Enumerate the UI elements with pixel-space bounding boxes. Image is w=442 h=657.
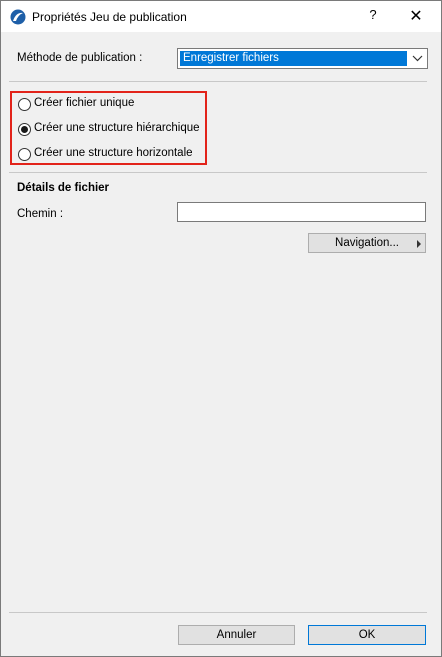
browse-button-label: Navigation... <box>335 237 399 249</box>
divider <box>9 81 427 82</box>
divider <box>9 172 427 173</box>
ok-button[interactable]: OK <box>308 625 426 645</box>
path-label: Chemin : <box>17 208 64 220</box>
file-details-title: Détails de fichier <box>17 182 110 194</box>
path-input[interactable] <box>177 202 426 222</box>
browse-button[interactable]: Navigation... <box>308 233 426 253</box>
radio-label: Créer fichier unique <box>34 97 135 109</box>
title-bar: Propriétés Jeu de publication ? ✕ <box>1 1 441 32</box>
chevron-down-icon[interactable] <box>408 49 427 68</box>
radio-selected-dot <box>21 126 28 133</box>
radio-button-icon[interactable] <box>18 98 31 111</box>
radio-label: Créer une structure horizontale <box>34 147 193 159</box>
cancel-button[interactable]: Annuler <box>178 625 295 645</box>
arrow-right-icon <box>417 240 421 248</box>
radio-label: Créer une structure hiérarchique <box>34 122 200 134</box>
archicad-app-icon <box>10 9 26 25</box>
close-button[interactable]: ✕ <box>406 6 426 26</box>
divider <box>9 612 427 613</box>
help-button[interactable]: ? <box>365 7 381 25</box>
radio-button-icon[interactable] <box>18 148 31 161</box>
publish-method-select[interactable]: Enregistrer fichiers <box>177 48 428 69</box>
dialog-window: Propriétés Jeu de publication ? ✕ Méthod… <box>0 0 442 657</box>
publish-method-value: Enregistrer fichiers <box>180 51 407 66</box>
radio-button-icon[interactable] <box>18 123 31 136</box>
window-title: Propriétés Jeu de publication <box>32 10 187 24</box>
publish-method-label: Méthode de publication : <box>17 52 143 64</box>
